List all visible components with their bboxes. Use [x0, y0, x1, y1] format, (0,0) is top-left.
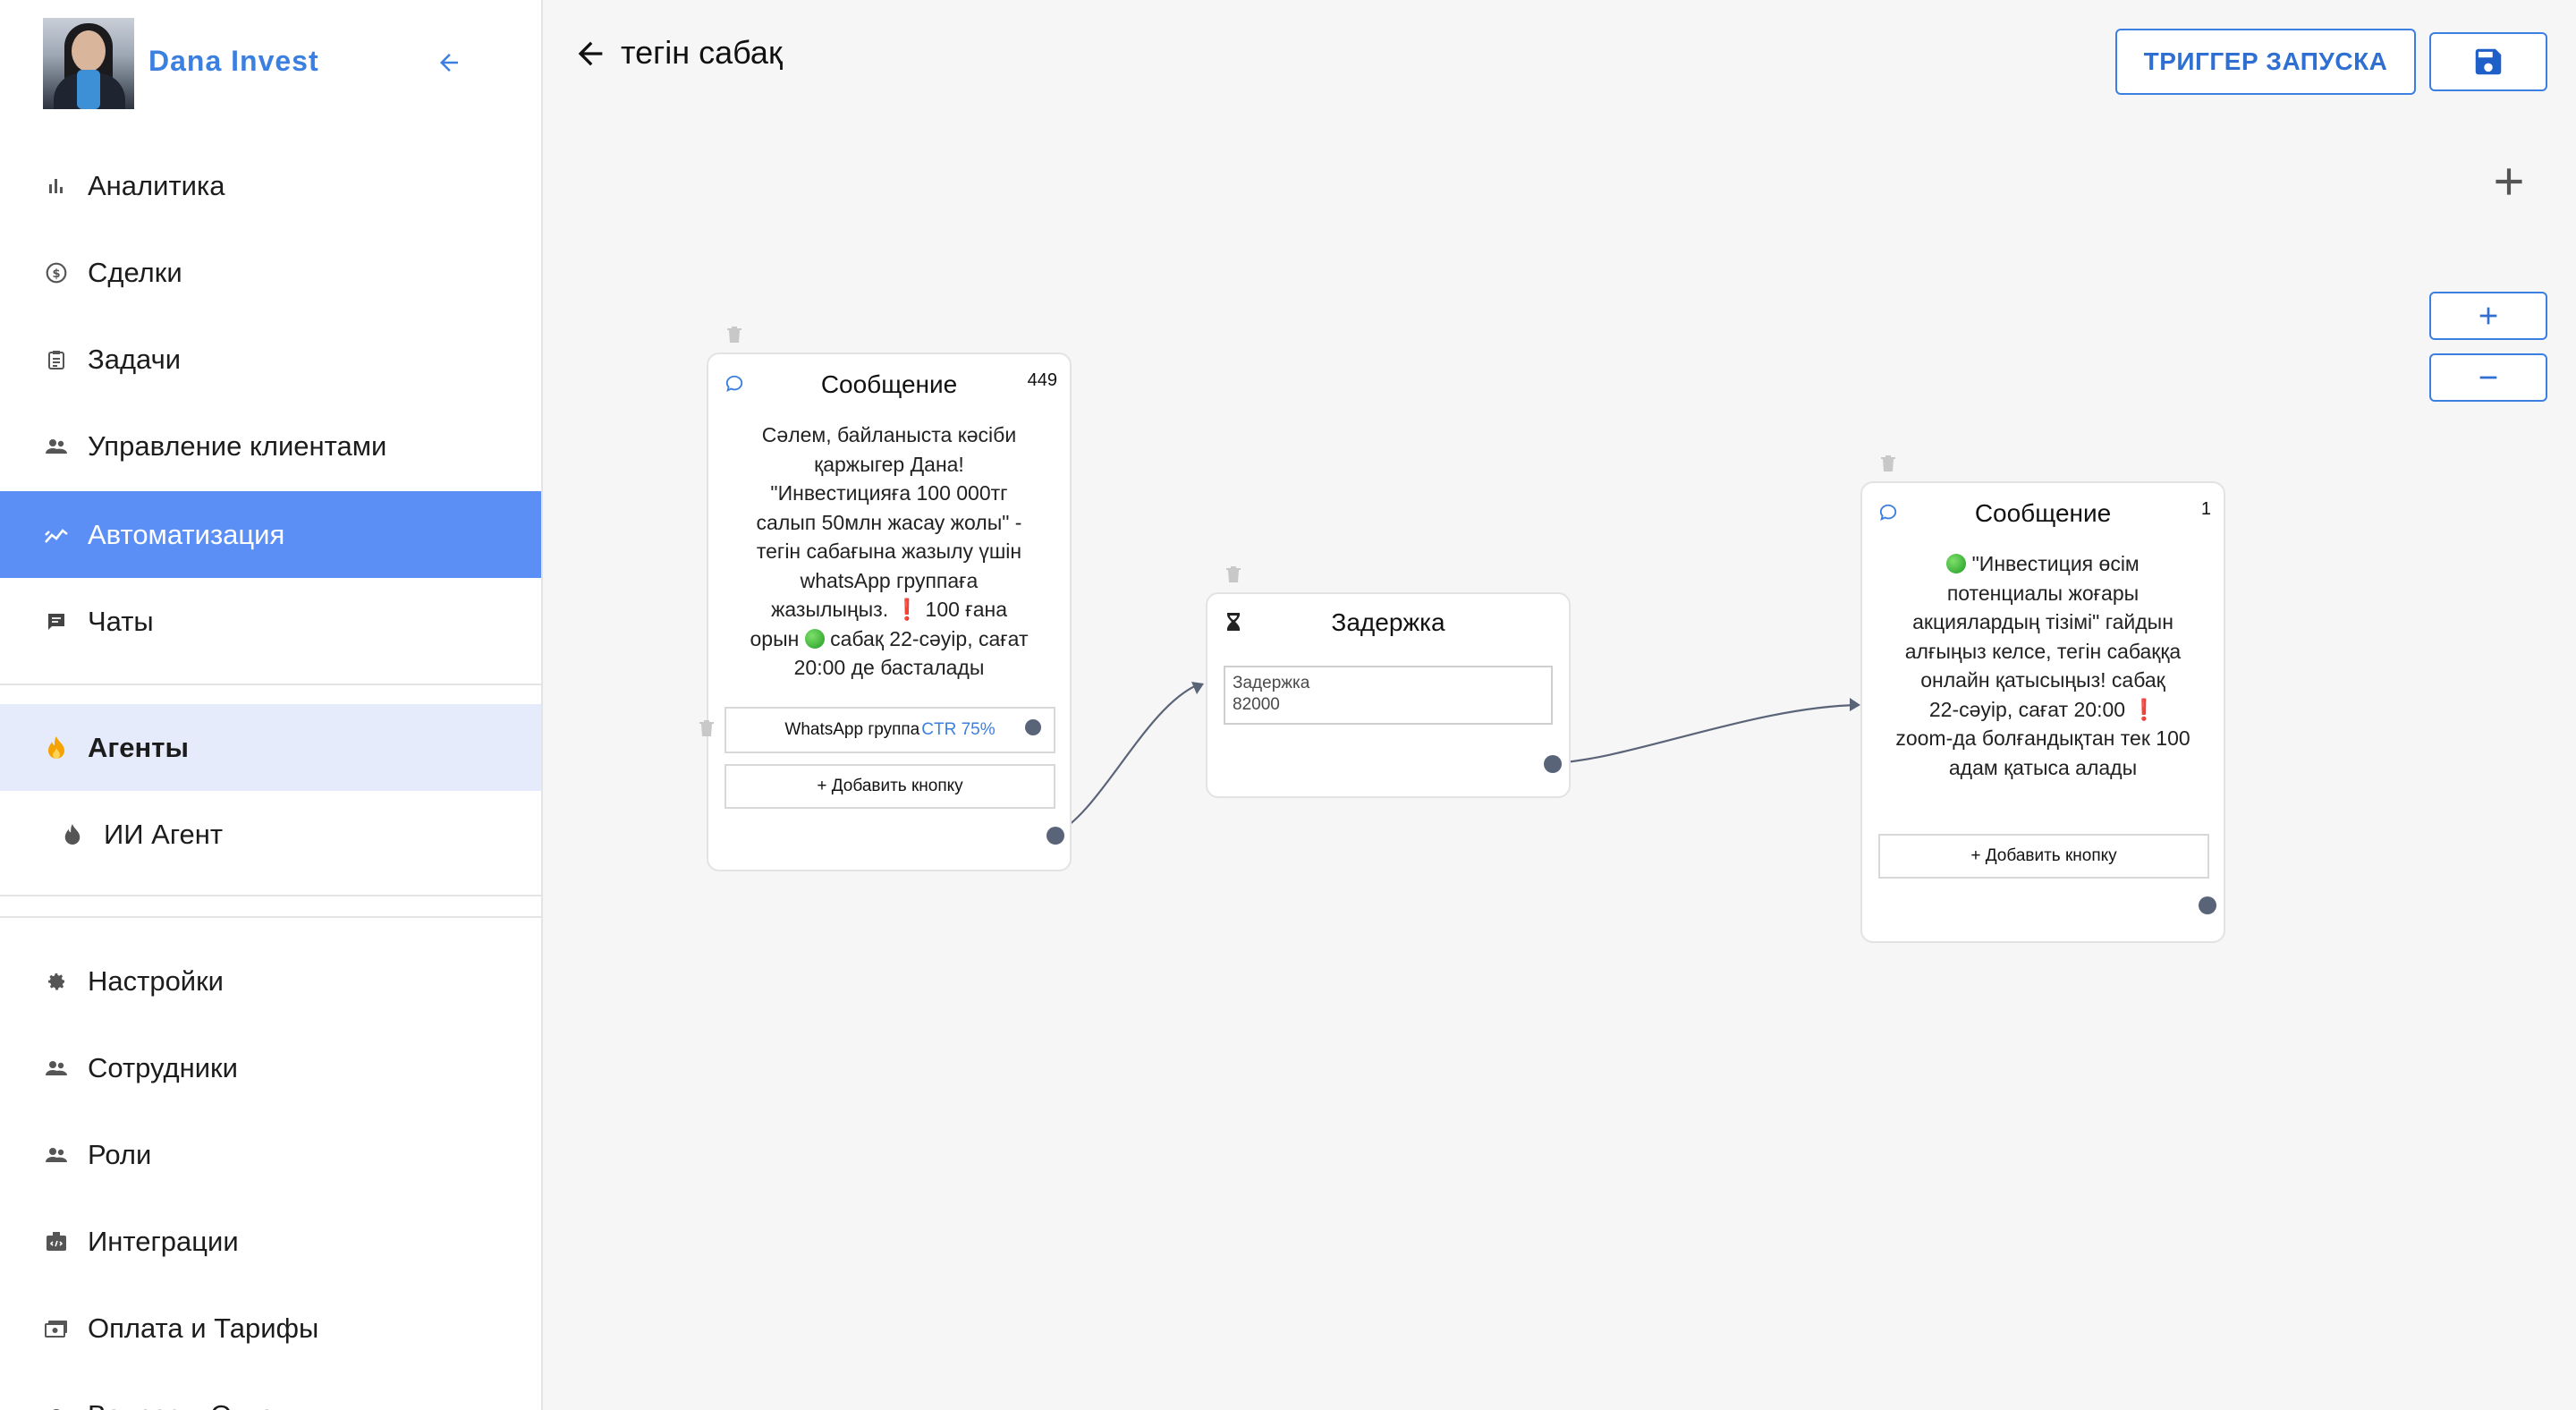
divider [0, 916, 541, 918]
sidebar-item-label: Агенты [88, 731, 189, 763]
sidebar-item-employees[interactable]: Сотрудники [0, 1024, 541, 1111]
sidebar-item-label: Чаты [88, 605, 154, 637]
output-port[interactable] [1544, 755, 1562, 773]
zoom-out-button[interactable] [2429, 353, 2547, 402]
gear-icon [43, 1402, 70, 1410]
sidebar-item-tasks[interactable]: Задачи [0, 316, 541, 403]
sidebar-item-deals[interactable]: $ Сделки [0, 229, 541, 316]
dollar-circle-icon: $ [43, 259, 70, 286]
save-icon [2475, 48, 2502, 75]
sidebar: Dana Invest Аналитика $ Сделки Задачи Уп… [0, 0, 543, 1410]
arrow-left-icon [440, 54, 458, 72]
output-port[interactable] [2199, 896, 2216, 914]
sidebar-item-label: Сделки [88, 256, 182, 288]
sidebar-item-label: Автоматизация [88, 518, 285, 550]
exclamation-icon: ❗ [894, 598, 920, 621]
sidebar-item-roles[interactable]: Роли [0, 1111, 541, 1198]
fire-icon [43, 735, 70, 761]
svg-text:$: $ [52, 267, 60, 280]
profile-header: Dana Invest [43, 18, 508, 109]
node-count: 449 [1027, 370, 1057, 390]
add-button[interactable]: + Добавить кнопку [724, 764, 1055, 809]
message-text: "Инвестиция өсім потенциалы жоғары акция… [1895, 552, 2190, 779]
back-button[interactable] [572, 36, 608, 72]
message-text: Сәлем, байланыста кәсіби қаржыгер Дана! … [750, 423, 1029, 679]
flame-icon [59, 821, 86, 848]
sidebar-item-payment[interactable]: Оплата и Тарифы [0, 1285, 541, 1372]
sidebar-item-automation[interactable]: Автоматизация [0, 491, 541, 578]
sidebar-item-settings[interactable]: Настройки [0, 938, 541, 1024]
sidebar-item-ai-agent[interactable]: ИИ Агент [0, 791, 541, 878]
sidebar-item-label: Аналитика [88, 169, 225, 201]
sidebar-item-label: Управление клиентами [88, 429, 387, 462]
people-icon [43, 1055, 70, 1082]
plus-icon [2496, 168, 2522, 195]
delete-node-icon[interactable] [1880, 454, 1896, 472]
save-button[interactable] [2429, 32, 2547, 91]
green-circle-icon [1946, 554, 1967, 573]
people-icon [43, 433, 70, 460]
divider [0, 684, 541, 685]
clipboard-icon [43, 346, 70, 373]
sidebar-item-label: ИИ Агент [104, 818, 224, 850]
add-node-button[interactable] [2487, 159, 2531, 204]
sidebar-item-agents[interactable]: Агенты [0, 704, 541, 791]
sidebar-item-label: Задачи [88, 343, 182, 375]
bar-chart-icon [43, 173, 70, 200]
exclamation-icon: ❗ [2131, 697, 2157, 721]
sidebar-item-label: Оплата и Тарифы [88, 1312, 319, 1344]
connection-arrow [1850, 698, 1860, 711]
sidebar-item-faq[interactable]: Вопросы-Ответы [0, 1372, 541, 1410]
sidebar-item-clients[interactable]: Управление клиентами [0, 403, 541, 489]
output-port[interactable] [1046, 827, 1064, 845]
connection-msg1-delay [1053, 683, 1199, 837]
minus-icon [2479, 376, 2497, 379]
sidebar-item-integrations[interactable]: Интеграции [0, 1198, 541, 1285]
arrow-left-icon [578, 41, 603, 66]
node-title: Сообщение [1974, 499, 2112, 527]
whatsapp-group-button[interactable]: WhatsApp группа CTR 75% [724, 707, 1055, 753]
trigger-launch-button[interactable]: ТРИГГЕР ЗАПУСКА [2115, 29, 2416, 95]
delay-node[interactable]: Задержка Задержка 82000 [1206, 592, 1571, 798]
sidebar-item-label: Интеграции [88, 1225, 239, 1257]
trend-icon [43, 522, 70, 548]
sidebar-item-chats[interactable]: Чаты [0, 578, 541, 665]
zoom-in-button[interactable] [2429, 292, 2547, 340]
node-count: 1 [2200, 499, 2211, 519]
integration-icon [43, 1228, 70, 1255]
chat-icon [43, 608, 70, 635]
delete-button-icon[interactable] [699, 719, 715, 737]
connection-delay-msg2 [1551, 703, 1860, 765]
delete-node-icon[interactable] [1225, 565, 1241, 583]
message-node[interactable]: Сообщение 449 Сәлем, байланыста кәсіби қ… [707, 352, 1072, 871]
sidebar-item-label: Сотрудники [88, 1051, 238, 1083]
add-button[interactable]: + Добавить кнопку [1878, 834, 2209, 879]
sidebar-item-analytics[interactable]: Аналитика [0, 142, 541, 229]
sidebar-item-label: Вопросы-Ответы [88, 1399, 306, 1410]
connection-arrow [1191, 682, 1204, 694]
message-node[interactable]: Сообщение 1 "Инвестиция өсім потенциалы … [1860, 481, 2225, 943]
delete-node-icon[interactable] [726, 326, 742, 344]
sidebar-item-label: Роли [88, 1138, 152, 1170]
payment-icon [43, 1315, 70, 1342]
divider [0, 895, 541, 896]
collapse-sidebar-button[interactable] [428, 41, 470, 84]
page-title: тегін сабақ [621, 34, 783, 71]
brand-name: Dana Invest [148, 45, 319, 77]
delay-input[interactable]: Задержка 82000 [1224, 666, 1553, 725]
avatar[interactable] [43, 18, 134, 109]
ctr-label: CTR 75% [921, 720, 996, 739]
plus-icon [2479, 307, 2497, 325]
sidebar-item-label: Настройки [88, 964, 225, 997]
green-circle-icon [804, 628, 825, 649]
node-title: Сообщение [820, 370, 958, 398]
node-title: Задержка [1331, 608, 1445, 636]
people-icon [43, 1142, 70, 1168]
button-output-port[interactable] [1025, 719, 1041, 735]
gear-icon [43, 968, 70, 995]
